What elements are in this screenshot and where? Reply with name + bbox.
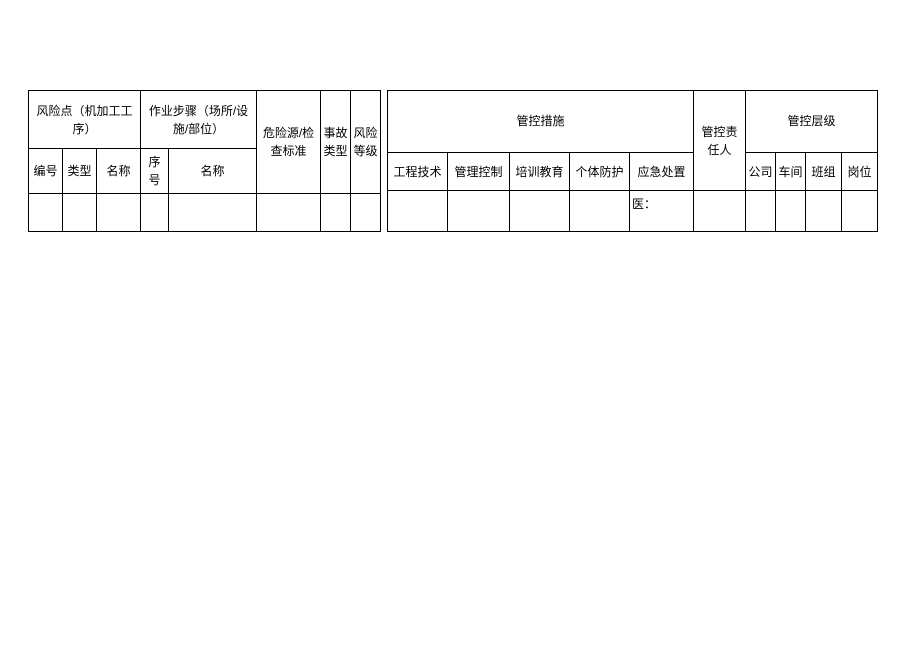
table-row: 管控措施 管控责任人 管控层级 xyxy=(388,91,878,153)
table-row: 医： xyxy=(388,191,878,232)
subheader-number: 编号 xyxy=(29,149,63,194)
cell-name2 xyxy=(169,194,257,232)
subheader-emergency: 应急处置 xyxy=(630,152,694,190)
left-table: 风险点（机加工工序） 作业步骤（场所/设施/部位） 危险源/检查标准 事故类型 … xyxy=(28,90,381,232)
header-risk-level: 风险等级 xyxy=(351,91,381,194)
right-table: 管控措施 管控责任人 管控层级 工程技术 管理控制 培训教育 个体防护 应急处置… xyxy=(387,90,878,232)
subheader-eng-tech: 工程技术 xyxy=(388,152,448,190)
subheader-training: 培训教育 xyxy=(510,152,570,190)
cell-type xyxy=(63,194,97,232)
cell-mgmt-ctrl xyxy=(448,191,510,232)
cell-team xyxy=(806,191,842,232)
subheader-post: 岗位 xyxy=(842,152,878,190)
table-row xyxy=(29,194,381,232)
table-row: 风险点（机加工工序） 作业步骤（场所/设施/部位） 危险源/检查标准 事故类型 … xyxy=(29,91,381,149)
table-container: 风险点（机加工工序） 作业步骤（场所/设施/部位） 危险源/检查标准 事故类型 … xyxy=(28,90,892,232)
cell-hazard xyxy=(257,194,321,232)
subheader-mgmt-ctrl: 管理控制 xyxy=(448,152,510,190)
cell-name1 xyxy=(97,194,141,232)
header-work-step: 作业步骤（场所/设施/部位） xyxy=(141,91,257,149)
cell-risk-level xyxy=(351,194,381,232)
header-responsible: 管控责任人 xyxy=(694,91,746,191)
subheader-seq: 序号 xyxy=(141,149,169,194)
subheader-company: 公司 xyxy=(746,152,776,190)
cell-accident xyxy=(321,194,351,232)
cell-seq xyxy=(141,194,169,232)
subheader-name2: 名称 xyxy=(169,149,257,194)
cell-eng-tech xyxy=(388,191,448,232)
subheader-type: 类型 xyxy=(63,149,97,194)
cell-ppe xyxy=(570,191,630,232)
cell-post xyxy=(842,191,878,232)
header-measures: 管控措施 xyxy=(388,91,694,153)
subheader-name1: 名称 xyxy=(97,149,141,194)
header-control-level: 管控层级 xyxy=(746,91,878,153)
cell-responsible xyxy=(694,191,746,232)
cell-workshop xyxy=(776,191,806,232)
subheader-workshop: 车间 xyxy=(776,152,806,190)
header-hazard-check: 危险源/检查标准 xyxy=(257,91,321,194)
header-accident-type: 事故类型 xyxy=(321,91,351,194)
cell-training xyxy=(510,191,570,232)
table-row: 工程技术 管理控制 培训教育 个体防护 应急处置 公司 车间 班组 岗位 xyxy=(388,152,878,190)
cell-company xyxy=(746,191,776,232)
cell-emergency: 医： xyxy=(630,191,694,232)
subheader-ppe: 个体防护 xyxy=(570,152,630,190)
subheader-team: 班组 xyxy=(806,152,842,190)
cell-number xyxy=(29,194,63,232)
header-risk-point: 风险点（机加工工序） xyxy=(29,91,141,149)
